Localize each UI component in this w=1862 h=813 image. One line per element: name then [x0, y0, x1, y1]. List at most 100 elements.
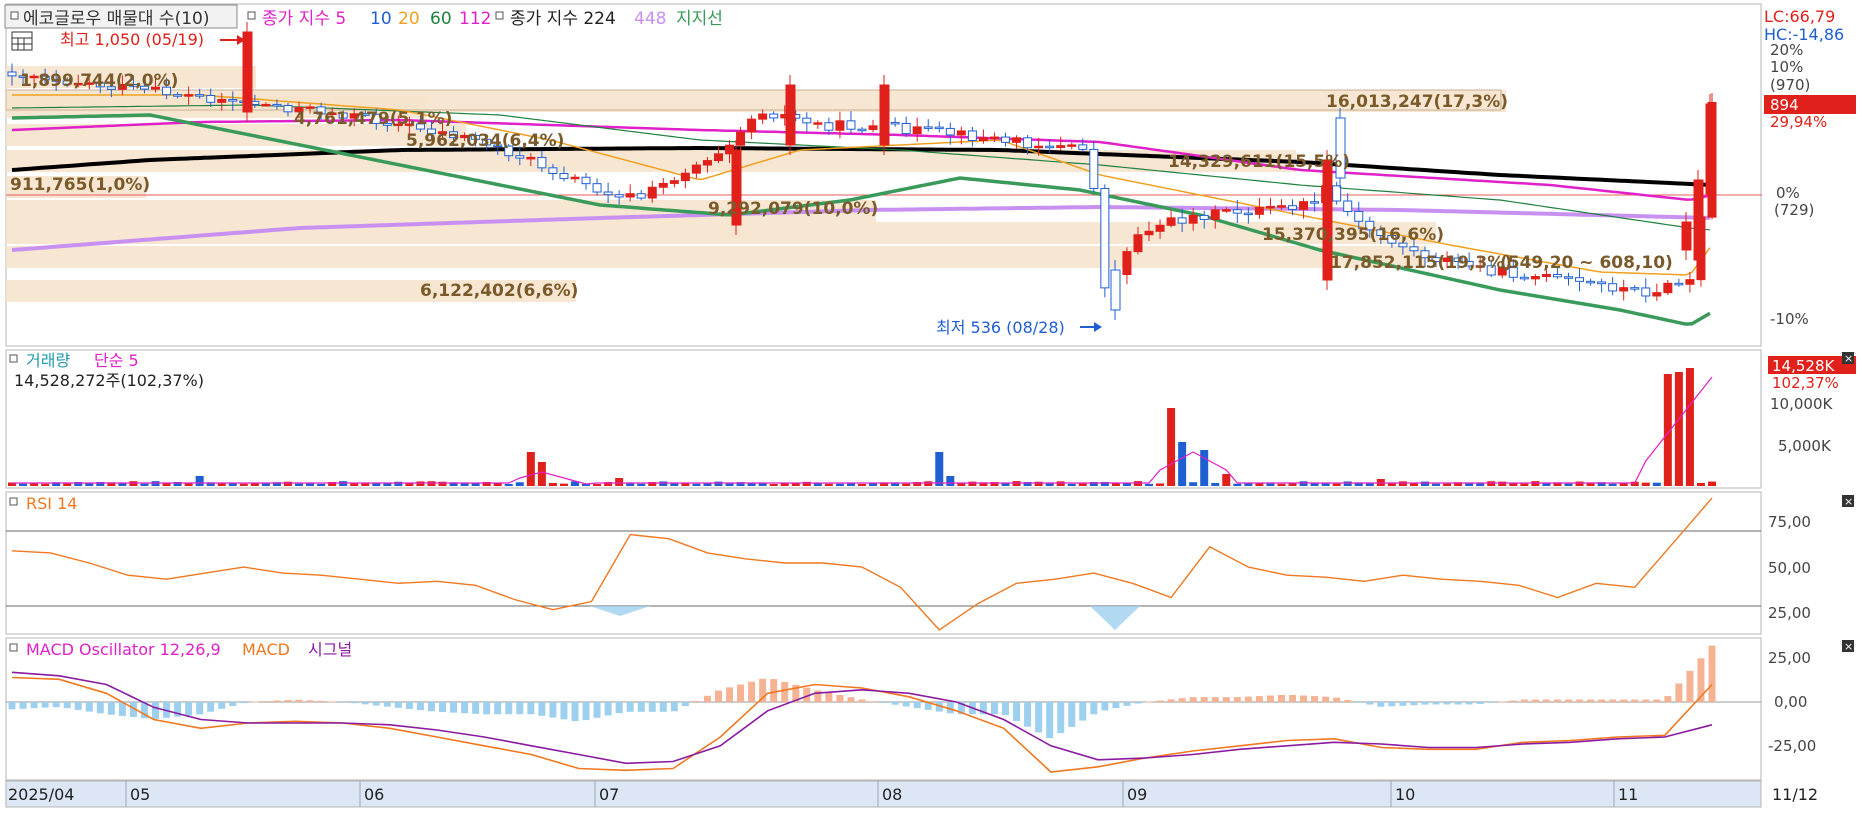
- candle-body: [978, 137, 988, 141]
- volume-bar: [504, 483, 513, 486]
- volume-bar: [1222, 474, 1231, 486]
- axis-tick-label: -10%: [1770, 310, 1809, 328]
- macd-oscillator-bar: [593, 702, 601, 718]
- volume-ma-label[interactable]: 단순 5: [94, 351, 139, 370]
- volume-bar: [835, 483, 844, 486]
- candle-body: [1541, 273, 1551, 278]
- high-price-annotation: 최고 1,050 (05/19): [60, 30, 204, 49]
- axis-tick-label: -25,00: [1768, 737, 1816, 755]
- volume-bar: [1332, 483, 1341, 486]
- axis-tick-label: 10%: [1770, 58, 1803, 76]
- signal-label[interactable]: 시그널: [308, 640, 352, 659]
- macd-oscillator-bar: [1598, 699, 1606, 702]
- volume-bar: [250, 483, 259, 486]
- time-axis[interactable]: 2025/04 05 06 07 08 09 10 11 11/12: [5, 780, 1818, 808]
- volume-bar: [1685, 368, 1694, 486]
- candle-body: [1100, 188, 1110, 289]
- candle-body: [1685, 279, 1695, 285]
- calculator-icon[interactable]: [11, 31, 33, 51]
- ema-448-label[interactable]: 448: [634, 9, 666, 29]
- candle-body: [7, 71, 17, 77]
- macd-oscillator-bar: [858, 699, 866, 702]
- macd-oscillator-title[interactable]: MACD Oscillator 12,26,9: [26, 640, 221, 659]
- candle-body: [1276, 205, 1286, 208]
- candle-body: [1001, 136, 1011, 143]
- macd-panel[interactable]: MACD Oscillator 12,26,9 MACD 시그널: [5, 637, 1762, 781]
- macd-oscillator-bar: [328, 701, 336, 703]
- volume-title[interactable]: 거래량: [26, 351, 70, 370]
- rsi-panel[interactable]: RSI 14: [5, 491, 1762, 635]
- candle-body: [647, 186, 657, 199]
- macd-oscillator-bar: [516, 702, 524, 715]
- volume-bar: [1487, 481, 1496, 486]
- macd-oscillator-bar: [1553, 699, 1561, 702]
- volume-bar: [1034, 481, 1043, 486]
- macd-oscillator-bar: [770, 679, 778, 702]
- ema-112-label[interactable]: 112: [459, 9, 491, 29]
- volume-bar: [593, 484, 602, 486]
- candle-body: [1619, 287, 1629, 292]
- macd-oscillator-bar: [207, 702, 215, 712]
- candle-body: [1630, 287, 1640, 290]
- axis-tick-label: 20%: [1770, 41, 1803, 59]
- volume-bar: [548, 483, 557, 486]
- candle-body: [1067, 144, 1077, 147]
- price-panel[interactable]: 1,899,744(2,0%) 4,761,479(5,1%)5,962,034(…: [4, 3, 1762, 347]
- candle-body: [1045, 145, 1055, 149]
- candle-body: [1078, 144, 1088, 150]
- macd-oscillator-bar: [1145, 701, 1153, 703]
- macd-oscillator-bar: [825, 692, 833, 702]
- x-axis-label: 11/12: [1772, 785, 1818, 804]
- close-panel-icon[interactable]: ×: [1842, 640, 1854, 653]
- volume-bar: [968, 481, 977, 486]
- volume-panel[interactable]: 거래량 단순 5 14,528,272주(102,37%): [5, 349, 1762, 489]
- macd-oscillator-bar: [836, 694, 844, 702]
- volume-bar: [902, 483, 911, 486]
- volume-bar: [416, 481, 425, 486]
- rsi-title[interactable]: RSI 14: [26, 494, 77, 513]
- legend-marker-icon: [9, 497, 18, 506]
- x-axis-label: 10: [1395, 785, 1415, 804]
- close-panel-icon[interactable]: ×: [1842, 352, 1854, 365]
- current-change-pct: 29,94%: [1770, 113, 1827, 131]
- macd-oscillator-bar: [273, 700, 281, 702]
- macd-oscillator-bar: [196, 702, 204, 715]
- candle-body: [1177, 217, 1187, 224]
- candle-body: [195, 94, 205, 97]
- ema2-legend-label[interactable]: 종가 지수 224: [510, 9, 616, 29]
- volume-bar: [858, 483, 866, 486]
- volume-bar: [559, 483, 568, 486]
- volume-bar: [1608, 483, 1617, 486]
- macd-oscillator-bar: [339, 702, 347, 703]
- ema-60-label[interactable]: 60: [430, 9, 452, 29]
- macd-oscillator-bar: [1266, 695, 1274, 702]
- candle-body: [879, 84, 890, 146]
- macd-oscillator-bar: [549, 702, 557, 718]
- macd-oscillator-bar: [505, 702, 513, 715]
- macd-oscillator-bar: [8, 702, 16, 710]
- volume-bar: [217, 483, 226, 486]
- macd-oscillator-bar: [85, 702, 93, 712]
- support-line-label[interactable]: 지지선: [676, 9, 723, 29]
- macd-label[interactable]: MACD: [242, 640, 290, 659]
- ema-legend-label[interactable]: 종가 지수 5: [262, 9, 346, 29]
- macd-oscillator-bar: [615, 702, 623, 714]
- candle-body: [1288, 205, 1298, 210]
- candle-body: [206, 94, 216, 103]
- macd-oscillator-bar: [1432, 702, 1440, 705]
- macd-oscillator-bar: [880, 702, 888, 703]
- macd-oscillator-bar: [637, 702, 645, 712]
- macd-oscillator-bar: [1531, 699, 1539, 702]
- macd-oscillator-bar: [626, 702, 634, 712]
- macd-oscillator-bar: [1399, 702, 1407, 706]
- close-panel-icon[interactable]: ×: [1842, 495, 1854, 508]
- macd-oscillator-bar: [1520, 699, 1528, 702]
- volume-bar: [1575, 481, 1584, 486]
- macd-oscillator-bar: [1233, 697, 1241, 702]
- macd-oscillator-bar: [284, 699, 292, 702]
- candle-body: [989, 136, 999, 140]
- ema-10-label[interactable]: 10: [370, 9, 392, 29]
- macd-oscillator-bar: [30, 702, 38, 709]
- macd-oscillator-bar: [1300, 695, 1308, 702]
- ema-20-label[interactable]: 20: [398, 9, 420, 29]
